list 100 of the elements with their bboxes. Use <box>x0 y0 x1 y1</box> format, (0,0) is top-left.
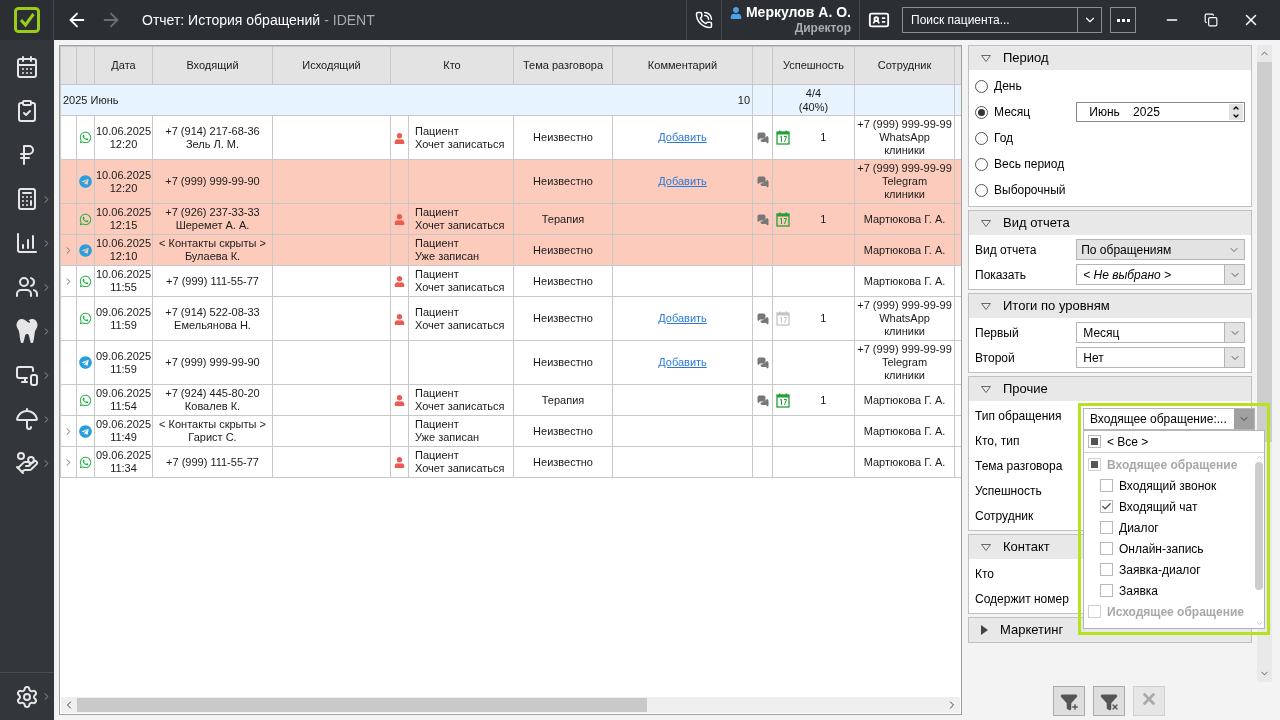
column-header[interactable]: Кто <box>443 59 461 72</box>
radio-button[interactable] <box>975 79 988 93</box>
table-row[interactable]: 09.06.2025 11:54 +7 (924) 445-80-20 Ковалев К. Пациент Хочет записаться Терапия 1 Мартюкова Г. А. <box>60 384 961 416</box>
users-icon[interactable] <box>15 275 39 299</box>
checkbox[interactable] <box>1100 563 1113 576</box>
table-row[interactable]: 10.06.2025 12:15 +7 (926) 237-33-33 Шеремет А. А. Пациент Хочет записаться Терапия 1 Мартюкова Г. А. <box>60 203 961 235</box>
spin-up-icon[interactable] <box>1232 104 1240 112</box>
checklist-icon[interactable] <box>15 99 39 123</box>
more-button[interactable] <box>1110 7 1136 33</box>
chat-icon[interactable] <box>756 132 769 145</box>
success-count: 1 <box>820 212 827 225</box>
month-spinner[interactable]: Июнь 2025 <box>1076 102 1245 122</box>
column-header[interactable]: Комментарий <box>647 59 718 72</box>
table-row[interactable]: 10.06.2025 11:55 +7 (999) 111-55-77 Пациент Хочет записаться Неизвестно Мартюкова Г. А. <box>60 265 961 297</box>
list-option[interactable]: Заявка-диалог <box>1084 559 1254 580</box>
list-option[interactable]: Онлайн-запись <box>1084 538 1254 559</box>
chat-icon[interactable] <box>756 313 769 326</box>
checkbox[interactable] <box>1100 521 1113 534</box>
radio-button[interactable] <box>975 105 988 119</box>
select-field[interactable]: < Не выбрано > <box>1076 264 1245 285</box>
employee-cell-text: Мартюкова Г. А. <box>862 393 947 407</box>
list-option[interactable]: Заявка <box>1084 580 1254 601</box>
tooth-icon[interactable] <box>15 319 39 343</box>
select-field[interactable]: Месяц <box>1076 322 1245 343</box>
section-header[interactable]: Вид отчета <box>969 211 1251 235</box>
section-header[interactable]: Итоги по уровням <box>969 294 1251 318</box>
filter-icon[interactable] <box>1060 693 1078 711</box>
radio-option[interactable]: День <box>975 77 1077 95</box>
remove-filter-button[interactable] <box>1093 686 1125 716</box>
checkbox[interactable] <box>1100 584 1113 597</box>
table-row[interactable]: 09.06.2025 11:59 +7 (999) 999-99-90 Неизвестно Добавить +7 (999) 999-99-99 Telegram клиники <box>60 340 961 385</box>
checkbox[interactable] <box>1100 479 1113 492</box>
spin-down-icon[interactable] <box>1232 112 1240 120</box>
list-option[interactable]: Входящий чат <box>1084 496 1254 517</box>
column-header[interactable]: Сотрудник <box>877 59 932 72</box>
table-row[interactable]: 09.06.2025 11:34 +7 (999) 111-55-77 Пациент Хочет записаться Неизвестно Мартюкова Г. А. <box>60 446 961 478</box>
column-header[interactable]: Исходящий <box>302 59 361 72</box>
chat-icon[interactable] <box>756 176 769 189</box>
radio-button[interactable] <box>975 131 988 145</box>
radio-option[interactable]: Весь период <box>975 155 1077 173</box>
date-cell: 10.06.2025 12:20 <box>95 124 152 151</box>
checkbox[interactable] <box>1088 435 1101 448</box>
add-comment-link[interactable]: Добавить <box>658 312 707 324</box>
umbrella-icon[interactable] <box>15 407 39 431</box>
restore-button[interactable] <box>1204 13 1218 27</box>
topic-cell: Неизвестно <box>533 356 593 368</box>
report-type-select[interactable]: По обращениям <box>1076 239 1245 260</box>
checkbox[interactable] <box>1100 542 1113 555</box>
date-cell: 10.06.2025 12:20 <box>95 168 152 195</box>
chat-icon[interactable] <box>756 213 769 226</box>
settings-icon[interactable] <box>15 684 39 709</box>
checkbox[interactable] <box>1088 458 1101 471</box>
select-all-option[interactable]: < Все > <box>1084 431 1264 453</box>
list-option[interactable]: Диалог <box>1084 517 1254 538</box>
add-filter-button[interactable] <box>1053 686 1085 716</box>
plus-icon[interactable] <box>1071 703 1079 711</box>
field-label: Показать <box>975 266 1027 284</box>
chat-icon[interactable] <box>756 394 769 407</box>
section-title: Вид отчета <box>1003 214 1070 233</box>
checkbox[interactable] <box>1100 500 1113 513</box>
employee-cell-text: Мартюкова Г. А. <box>862 212 947 226</box>
user-name[interactable]: Меркулов А. О. <box>745 3 851 22</box>
bar-chart-icon[interactable] <box>15 231 39 255</box>
section-header[interactable]: Период <box>969 46 1251 70</box>
window-title: Отчет: История обращений <box>142 10 321 30</box>
calculator-icon[interactable] <box>15 187 39 211</box>
column-header[interactable]: Входящий <box>186 59 239 72</box>
dropdown-button[interactable] <box>1078 7 1102 33</box>
field-label: Второй <box>975 349 1016 367</box>
success-count: 1 <box>820 393 827 406</box>
checkbox[interactable] <box>1088 605 1101 618</box>
search-field[interactable]: Поиск пациента... <box>902 7 1078 33</box>
section-header[interactable]: Прочие <box>969 377 1251 401</box>
radio-option[interactable]: Месяц <box>975 103 1077 121</box>
calendar-icon[interactable] <box>15 55 39 79</box>
chat-icon[interactable] <box>756 357 769 370</box>
radio-option[interactable]: Выборочный <box>975 181 1077 199</box>
hand-coins-icon[interactable] <box>15 451 39 475</box>
person-icon <box>394 214 405 226</box>
logo-icon <box>13 7 40 33</box>
radio-button[interactable] <box>975 157 988 171</box>
filter-icon[interactable] <box>1100 693 1118 711</box>
radio-button[interactable] <box>975 183 988 197</box>
add-comment-link[interactable]: Добавить <box>658 131 707 143</box>
table-row[interactable]: 10.06.2025 12:10 < Контакты скрыты > Булаева К. Пациент Уже записан Неизвестно Мартюкова Г. А. <box>60 234 961 266</box>
table-row[interactable]: 10.06.2025 12:20 +7 (914) 217-68-36 Зель Л. М. Пациент Хочет записаться Неизвестно Добавить 1 +7 (999) 999-99-99 WhatsApp клиники <box>60 115 961 160</box>
topic-cell: Терапия <box>541 393 585 406</box>
table-row[interactable]: 09.06.2025 11:59 +7 (914) 522-08-33 Емельянова Н. Пациент Хочет записаться Неизвестно Добавить 1 +7 (999) 999-99-99 WhatsApp клиники <box>60 296 961 341</box>
phone-icon[interactable] <box>694 11 713 29</box>
incoming-cell-text: +7 (926) 237-33-33 Шеремет А. А. <box>164 206 261 232</box>
add-comment-link[interactable]: Добавить <box>658 356 707 368</box>
list-option[interactable]: Входящий звонок <box>1084 475 1254 496</box>
column-header[interactable]: Дата <box>111 59 136 72</box>
radio-option[interactable]: Год <box>975 129 1077 147</box>
x-icon[interactable] <box>1111 703 1119 711</box>
select-field[interactable]: Нет <box>1076 347 1245 368</box>
table-row[interactable]: 10.06.2025 12:20 +7 (999) 999-99-90 Неизвестно Добавить +7 (999) 999-99-99 Telegram клиники <box>60 159 961 204</box>
incoming-cell-text: +7 (999) 999-99-90 <box>164 175 261 188</box>
devices-icon[interactable] <box>15 363 39 387</box>
table-row[interactable]: 09.06.2025 11:49 < Контакты скрыты > Гарист С. Пациент Уже записан Неизвестно Мартюкова Г. А. <box>60 415 961 447</box>
